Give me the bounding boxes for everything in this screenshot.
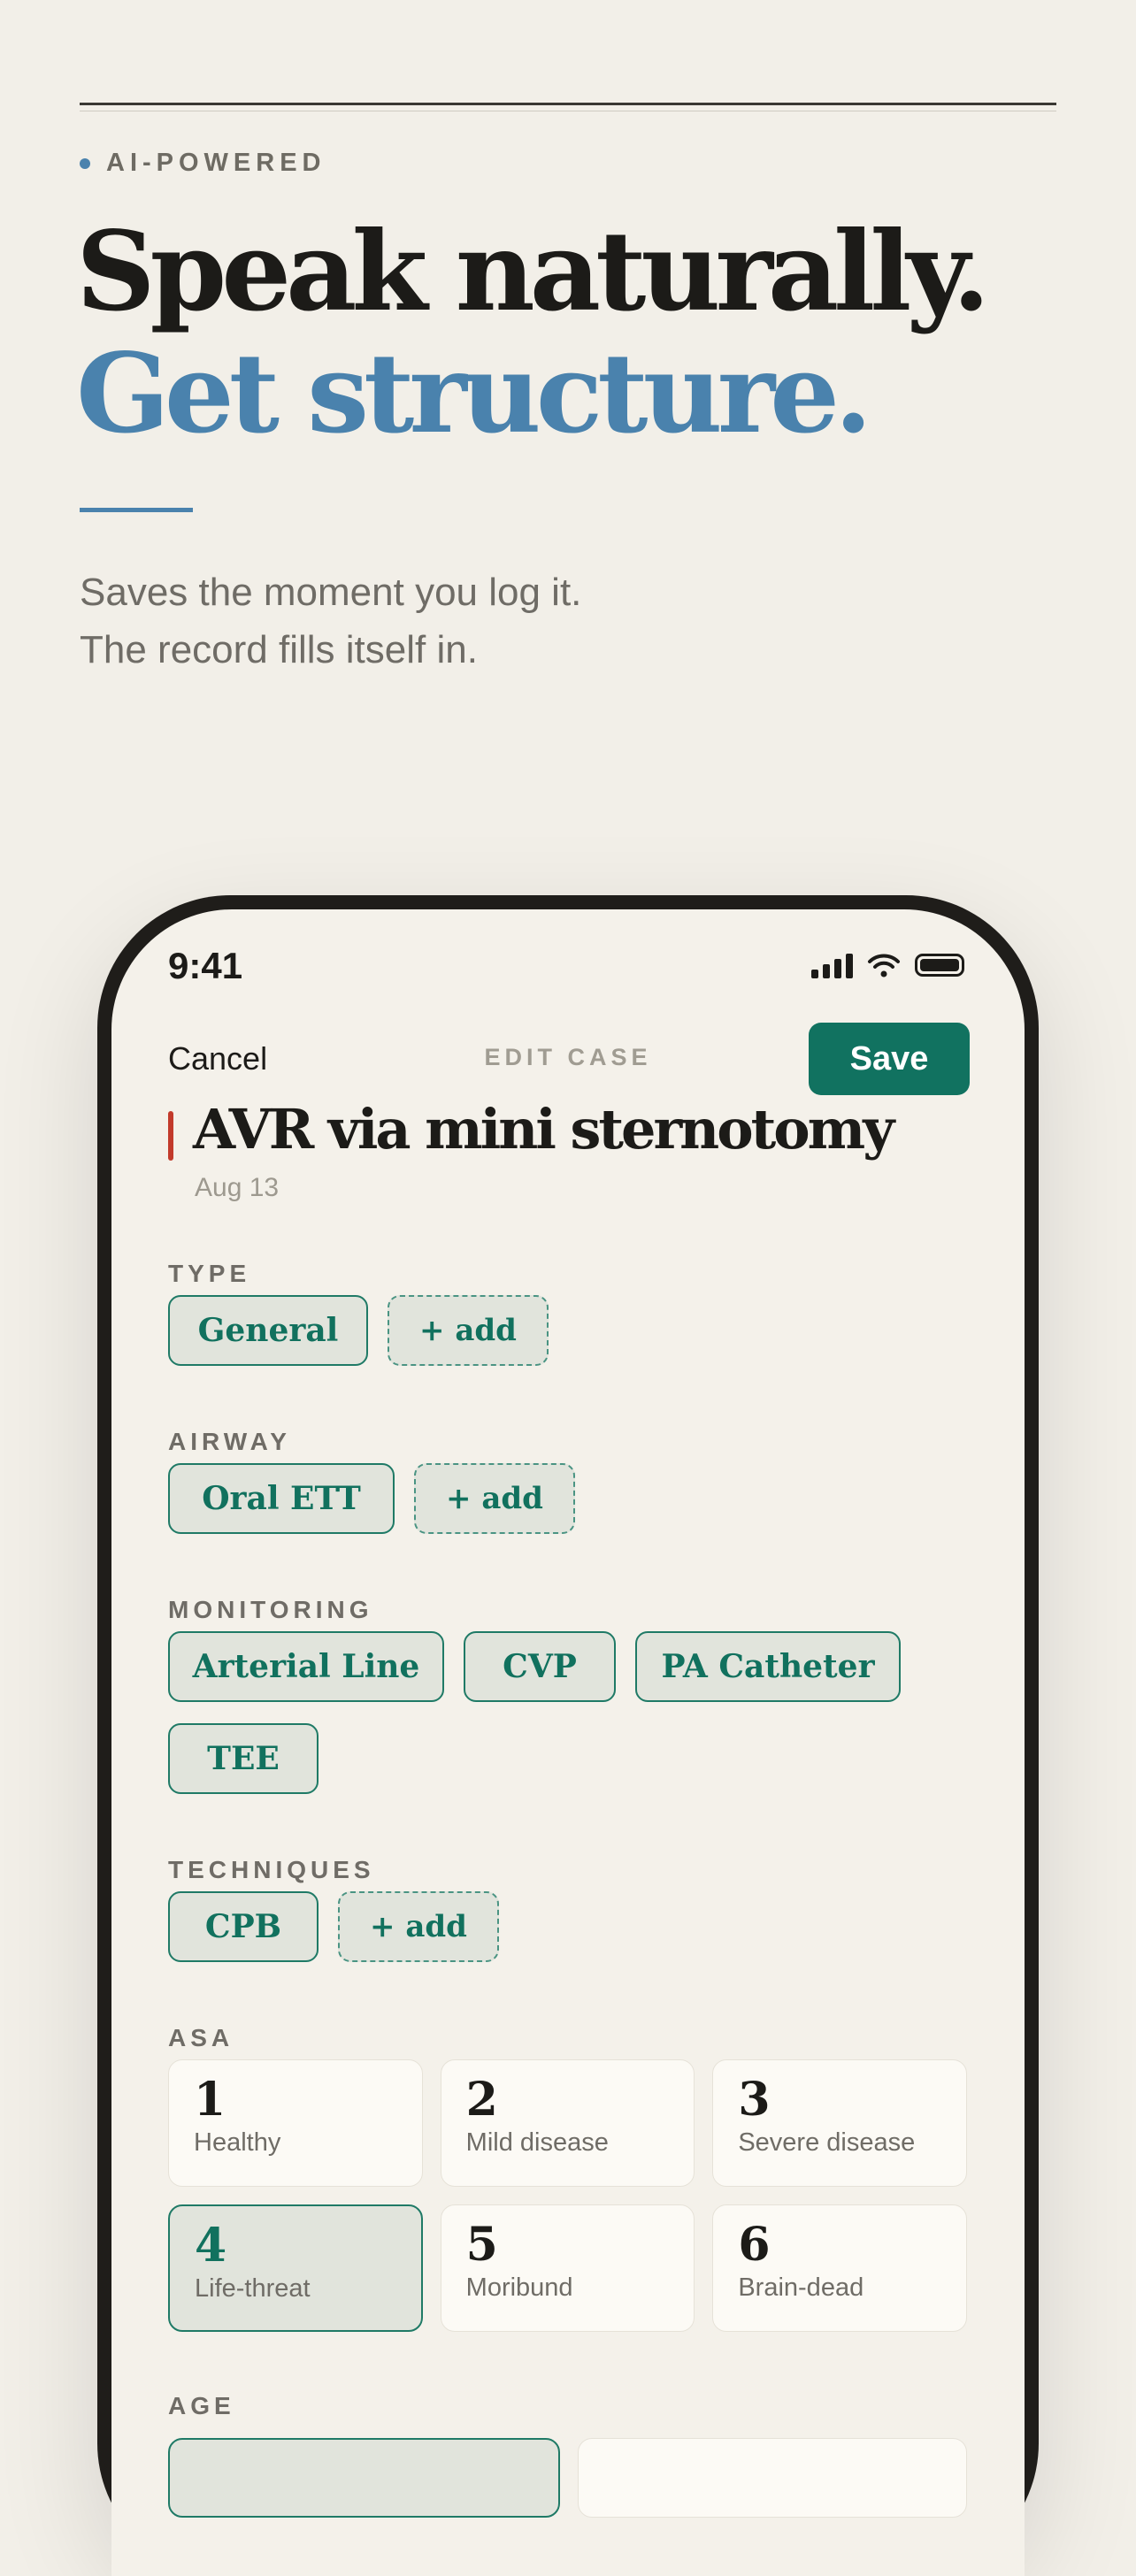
- phone-screen: 9:41 Cancel EDIT CASE Save AVR via mini …: [111, 909, 1025, 2576]
- asa-number: 4: [195, 2219, 227, 2273]
- asa-option-4-selected[interactable]: 4 Life-threat: [168, 2204, 423, 2332]
- asa-number: 5: [465, 2218, 498, 2272]
- headline-line-1: Speak naturally.: [76, 208, 990, 336]
- asa-description: Brain-dead: [738, 2273, 864, 2303]
- asa-number: 3: [738, 2073, 771, 2127]
- asa-description: Severe disease: [738, 2128, 916, 2158]
- monitoring-chips-row-2: TEE: [168, 1723, 319, 1794]
- section-label-techniques: TECHNIQUES: [168, 1856, 375, 1883]
- subheadline-line-2: The record fills itself in.: [80, 628, 478, 671]
- asa-grid: 1 Healthy 2 Mild disease 3 Severe diseas…: [168, 2059, 967, 2332]
- top-rule: [80, 103, 1056, 105]
- case-marker: [168, 1111, 173, 1161]
- asa-description: Mild disease: [465, 2128, 609, 2158]
- eyebrow: AI-POWERED: [80, 149, 326, 178]
- section-label-age: AGE: [168, 2392, 235, 2419]
- eyebrow-text: AI-POWERED: [106, 149, 326, 177]
- age-option-selected[interactable]: [168, 2438, 560, 2518]
- section-label-asa: ASA: [168, 2024, 234, 2051]
- accent-divider: [80, 508, 193, 512]
- asa-option-3[interactable]: 3 Severe disease: [712, 2059, 967, 2187]
- age-options: [168, 2438, 967, 2518]
- save-button[interactable]: Save: [809, 1023, 970, 1095]
- chip-airway[interactable]: Oral ETT: [168, 1463, 395, 1534]
- chip-technique[interactable]: CPB: [168, 1891, 319, 1962]
- chip-monitoring[interactable]: Arterial Line: [168, 1631, 444, 1702]
- asa-option-2[interactable]: 2 Mild disease: [440, 2059, 695, 2187]
- section-label-monitoring: MONITORING: [168, 1596, 373, 1623]
- headline-line-2: Get structure.: [76, 330, 872, 458]
- signal-icon: [811, 952, 853, 978]
- asa-number: 2: [465, 2073, 498, 2127]
- case-title[interactable]: AVR via mini sternotomy: [193, 1097, 894, 1162]
- case-date[interactable]: Aug 13: [195, 1173, 279, 1203]
- asa-option-1[interactable]: 1 Healthy: [168, 2059, 423, 2187]
- status-time: 9:41: [168, 945, 243, 986]
- technique-chips: CPB + add: [168, 1891, 499, 1962]
- asa-option-6[interactable]: 6 Brain-dead: [712, 2204, 967, 2332]
- status-icons: [811, 952, 964, 978]
- wifi-icon: [868, 954, 900, 978]
- battery-icon: [915, 954, 964, 977]
- chip-monitoring[interactable]: TEE: [168, 1723, 319, 1794]
- chip-monitoring[interactable]: PA Catheter: [635, 1631, 901, 1702]
- asa-number: 6: [738, 2218, 771, 2272]
- add-technique-button[interactable]: + add: [338, 1891, 499, 1962]
- section-label-type: TYPE: [168, 1260, 251, 1287]
- asa-option-5[interactable]: 5 Moribund: [440, 2204, 695, 2332]
- phone-frame: 9:41 Cancel EDIT CASE Save AVR via mini …: [97, 895, 1039, 2576]
- section-label-airway: AIRWAY: [168, 1428, 291, 1455]
- age-option[interactable]: [577, 2438, 967, 2518]
- chip-monitoring[interactable]: CVP: [464, 1631, 616, 1702]
- asa-description: Life-threat: [195, 2274, 311, 2304]
- monitoring-chips: Arterial Line CVP PA Catheter: [168, 1631, 901, 1702]
- chip-type[interactable]: General: [168, 1295, 368, 1366]
- add-airway-button[interactable]: + add: [414, 1463, 575, 1534]
- bullet-dot-icon: [80, 157, 90, 169]
- airway-chips: Oral ETT + add: [168, 1463, 575, 1534]
- asa-description: Moribund: [465, 2273, 573, 2303]
- asa-number: 1: [194, 2073, 226, 2127]
- subheadline-line-1: Saves the moment you log it.: [80, 571, 582, 614]
- add-type-button[interactable]: + add: [388, 1295, 549, 1366]
- type-chips: General + add: [168, 1295, 549, 1366]
- asa-description: Healthy: [194, 2128, 281, 2158]
